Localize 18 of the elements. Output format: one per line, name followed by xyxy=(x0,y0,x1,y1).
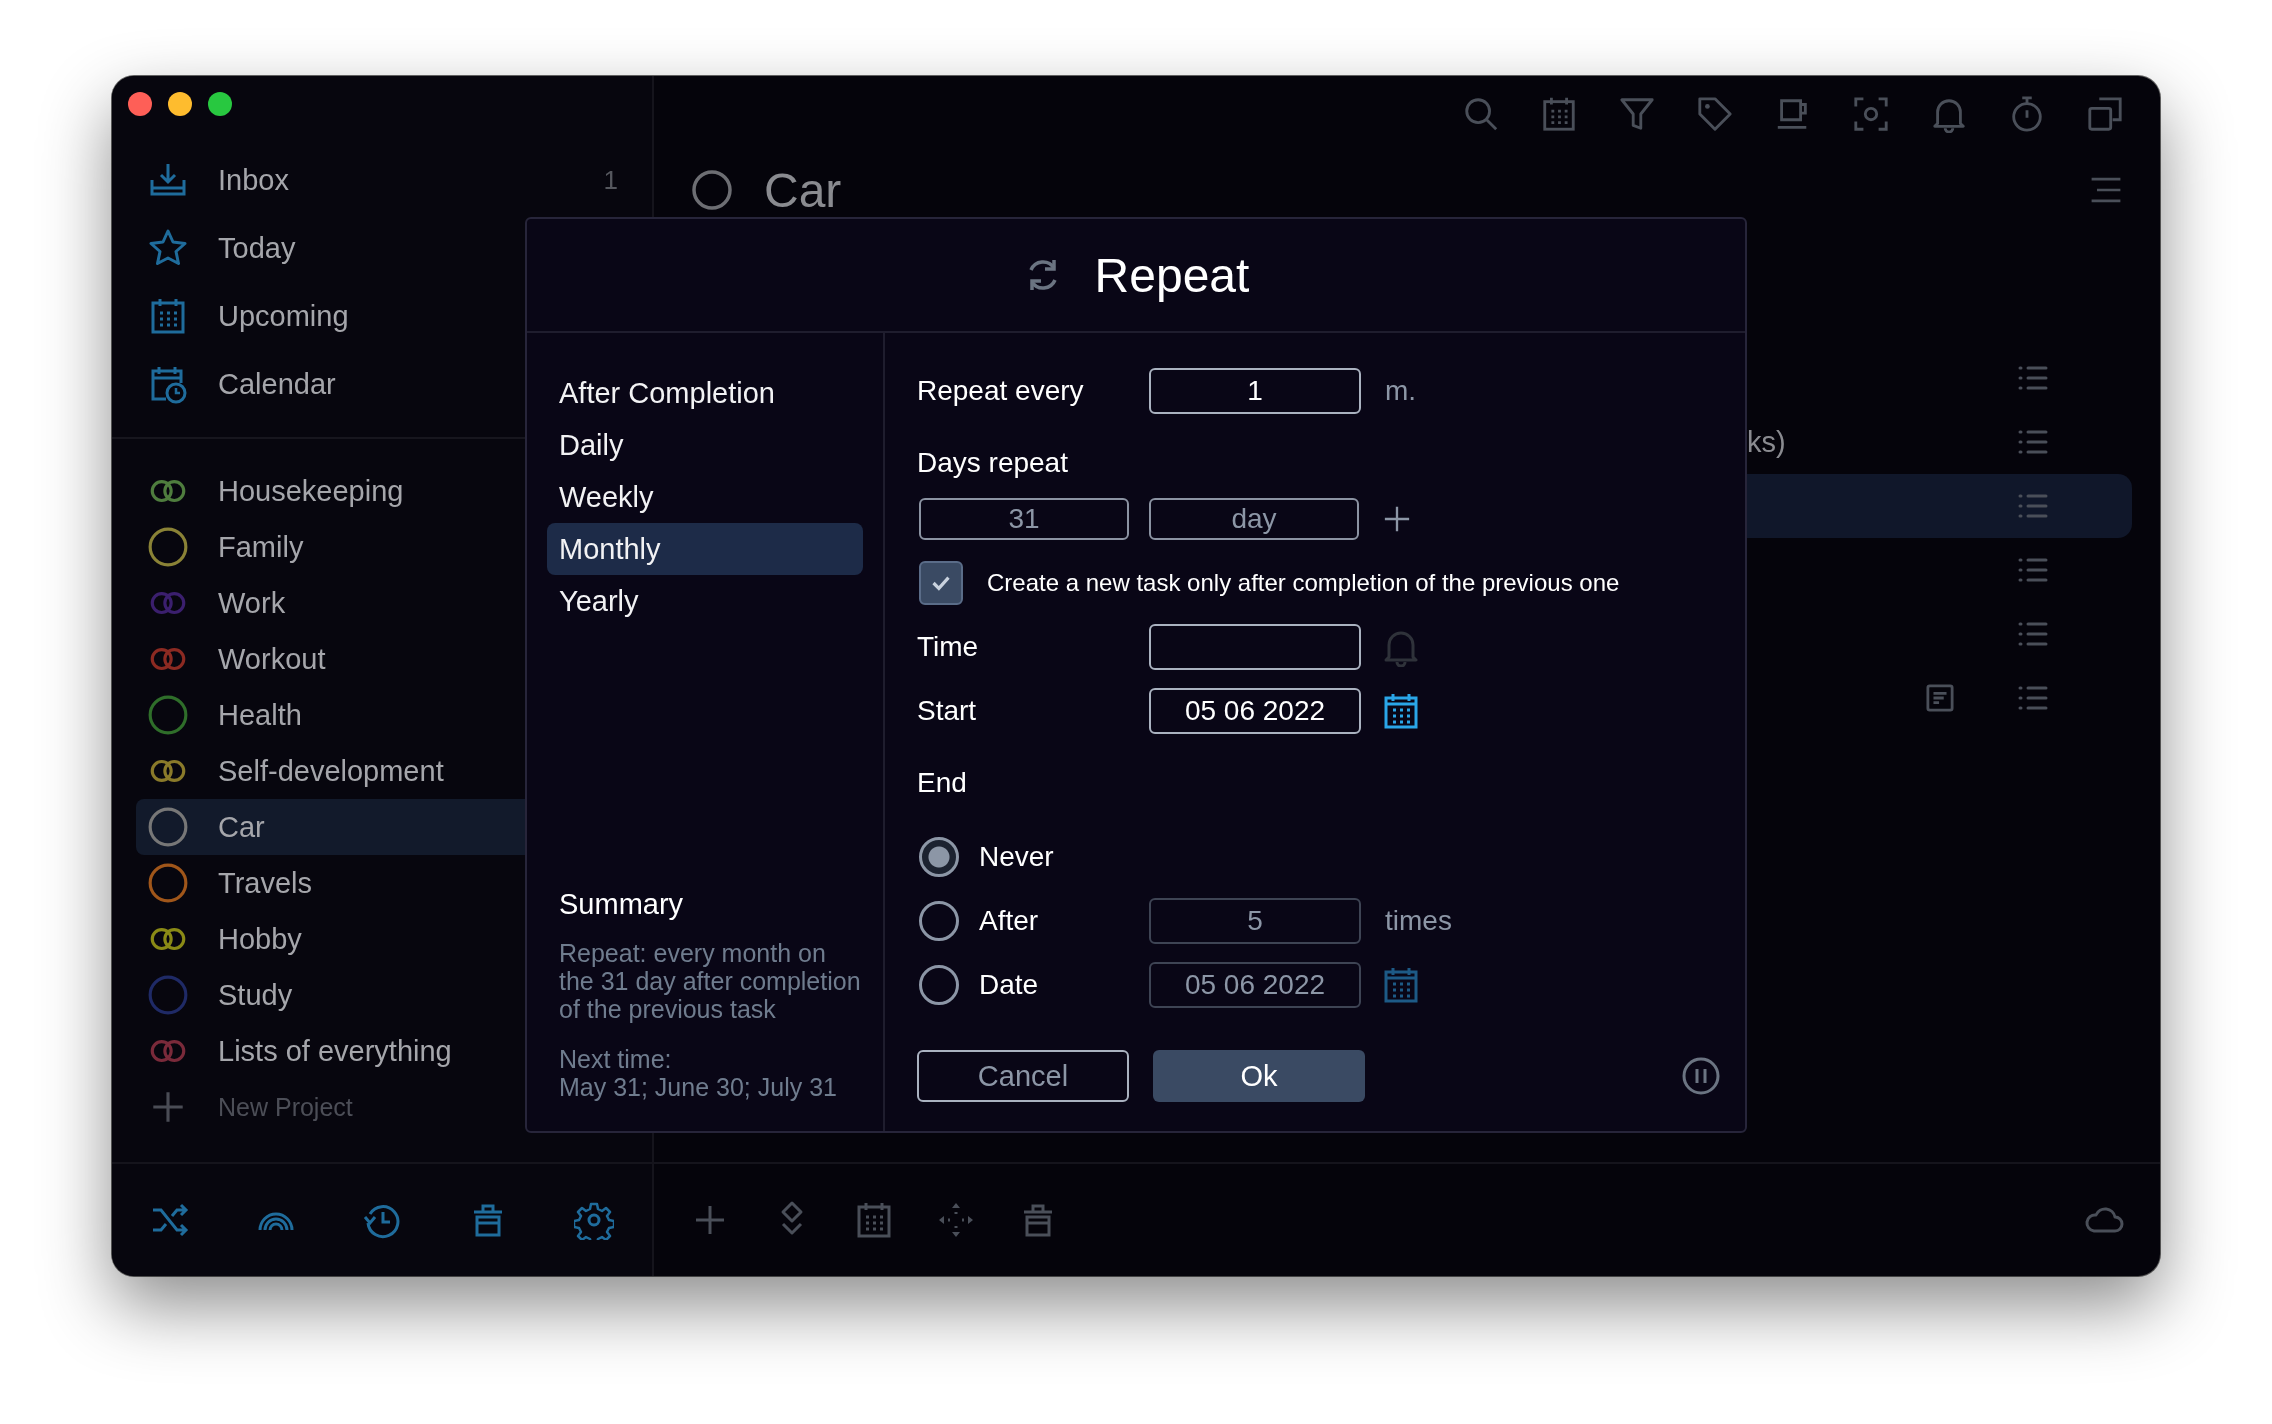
unit-label: times xyxy=(1385,905,1452,937)
field-label: Repeat every xyxy=(917,375,1085,407)
project-title: Car xyxy=(764,162,843,218)
item-count: 1 xyxy=(603,164,618,196)
field-label: Start xyxy=(917,695,978,727)
field-label: Time xyxy=(917,631,980,663)
next-times-text: May 31; June 30; July 31 xyxy=(559,1073,838,1101)
unit-label: m. xyxy=(1385,375,1417,407)
radio-label: Date xyxy=(979,969,1039,1001)
next-time-label: Next time: xyxy=(559,1045,673,1073)
section-label: End xyxy=(917,767,968,799)
radio-label: Never xyxy=(979,841,1054,873)
summary-text: Repeat: every month on the 31 day after completion of the previous task xyxy=(559,939,862,1023)
dialog-title: Repeat xyxy=(1094,247,1250,303)
section-label: Days repeat xyxy=(917,447,1069,479)
radio-label: After xyxy=(979,905,1039,937)
checkbox-label: Create a new task only after completion of the previous one xyxy=(987,569,1620,597)
summary-heading: Summary xyxy=(559,888,685,921)
